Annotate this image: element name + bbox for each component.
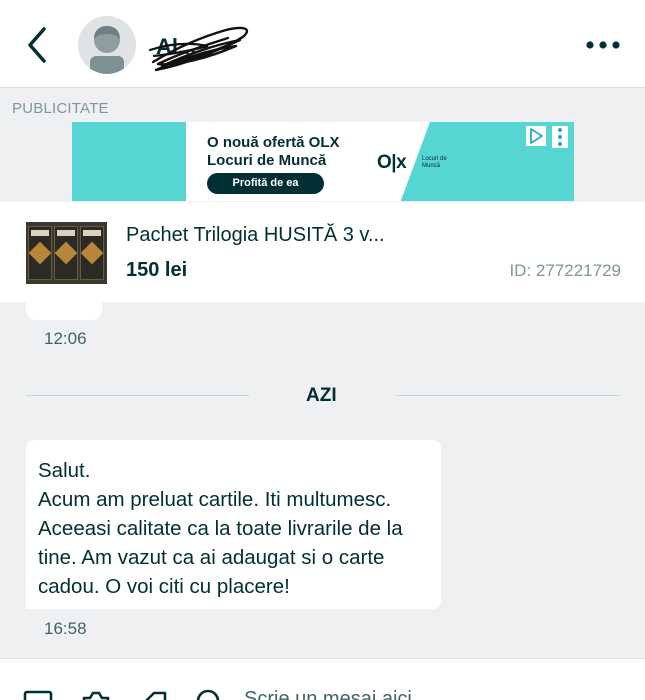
listing-title[interactable]: Pachet Trilogia HUSITĂ 3 v... [126,224,385,247]
ad-cta-button[interactable]: Profită de ea [207,173,324,194]
ad-banner[interactable]: O nouă ofertă OLX Locuri de Muncă Profit… [72,122,574,201]
user-avatar-icon [78,16,136,74]
share-location-button[interactable] [192,689,224,700]
avatar[interactable] [78,16,136,74]
send-offer-button[interactable] [138,689,170,700]
more-vertical-icon [558,128,562,146]
ad-label: PUBLICITATE [12,100,109,117]
camera-icon [82,691,110,700]
chevron-left-icon [28,27,46,63]
camera-button[interactable] [80,689,112,700]
message-bubble[interactable]: Salut. Acum am preluat cartile. Iti multu… [26,440,441,609]
ad-menu-button[interactable] [552,126,568,148]
listing-thumbnail [26,222,107,284]
back-button[interactable] [22,24,54,66]
ad-title: O nouă ofertă OLX Locuri de Muncă [207,134,340,169]
contact-name: Al... [148,20,258,76]
attach-image-button[interactable] [22,689,54,700]
message-time: 16:58 [44,619,87,638]
chat-header: Al... [0,0,645,88]
olx-logo: O|x [377,152,407,173]
ad-choices-button[interactable] [526,126,546,146]
redaction-scribble [148,26,249,72]
divider-line-right [396,395,620,396]
olx-logo-subtitle: Locuri de Muncă [422,156,447,169]
more-horizontal-icon [586,41,620,49]
divider-line-left [26,395,249,396]
tag-icon [145,691,167,700]
message-text: Salut. Acum am preluat cartile. Iti multu… [38,459,403,598]
image-icon [23,690,53,700]
day-divider-label: AZI [306,385,337,406]
listing-card[interactable] [0,202,645,302]
earlier-message-bubble [26,302,102,320]
message-input[interactable]: Scrie un mesaj aici... [244,688,429,700]
more-options-button[interactable] [583,30,623,60]
listing-id: ID: 277221729 [509,261,621,280]
ad-choices-icon [530,128,543,144]
message-time: 12:06 [44,329,87,348]
location-icon [196,689,220,700]
listing-price: 150 lei [126,259,188,281]
